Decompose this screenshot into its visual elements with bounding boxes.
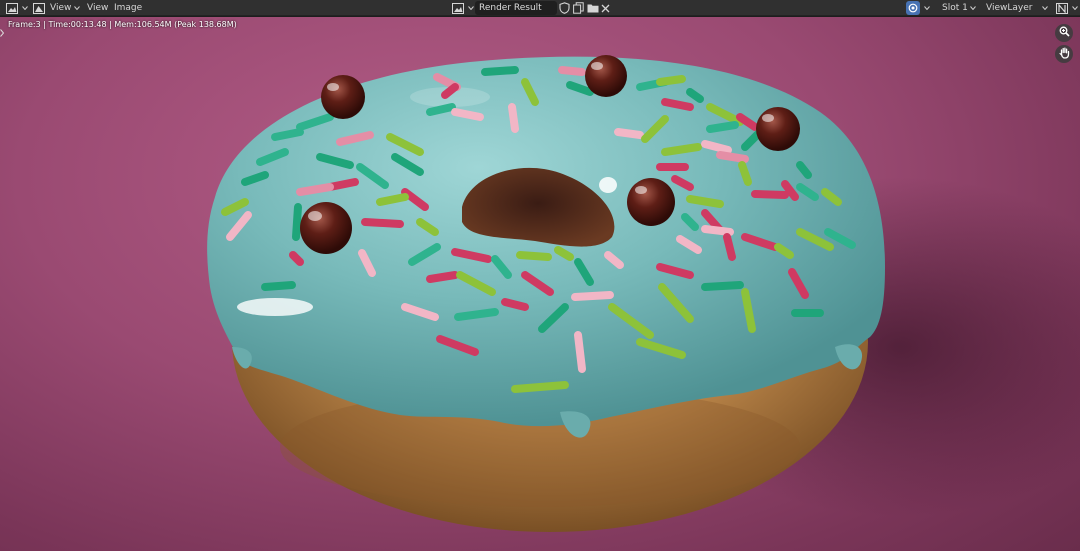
view-mode-icon: [33, 2, 45, 14]
view-menu-label: View: [50, 3, 72, 13]
render-engine-dropdown[interactable]: [924, 1, 930, 15]
render-engine-button[interactable]: [906, 1, 920, 15]
folder-icon: [587, 3, 599, 13]
editor-type-menu[interactable]: [6, 1, 28, 15]
hand-pan-icon: [1058, 47, 1070, 62]
pan-button[interactable]: [1055, 45, 1073, 63]
display-options-button[interactable]: [1056, 1, 1078, 15]
duplicate-icon: [573, 2, 584, 14]
duplicate-button[interactable]: [573, 1, 584, 15]
unlink-image-button[interactable]: [601, 1, 610, 15]
chevron-down-icon: [1072, 6, 1078, 10]
zoom-button[interactable]: [1055, 24, 1073, 42]
chevron-down-icon: [468, 6, 474, 10]
close-icon: [601, 4, 610, 13]
image-editor-header: View View Image Render Result Slot 1 Vie…: [0, 0, 1080, 16]
fake-user-shield-icon: [559, 2, 570, 14]
image-browse-button[interactable]: [452, 1, 474, 15]
view-menu-2[interactable]: View: [87, 1, 108, 15]
view-layer-label: ViewLayer: [986, 3, 1033, 13]
chevron-down-icon: [1042, 6, 1048, 10]
zoom-icon: [1059, 26, 1070, 40]
image-menu[interactable]: Image: [114, 1, 142, 15]
chevron-down-icon: [970, 6, 976, 10]
chevron-down-icon: [74, 6, 81, 10]
chevron-down-icon: [924, 6, 930, 10]
slot-dropdown[interactable]: Slot 1: [936, 1, 978, 15]
sidebar-toggle-arrow[interactable]: [0, 27, 5, 37]
render-image: [207, 55, 1080, 532]
slot-label: Slot 1: [942, 3, 968, 13]
render-viewport[interactable]: Frame:3 | Time:00:13.48 | Mem:106.54M (P…: [0, 17, 1080, 551]
render-engine-icon: [908, 3, 918, 13]
view-layer-dropdown[interactable]: ViewLayer: [982, 1, 1050, 15]
image-name-field[interactable]: Render Result: [475, 1, 557, 15]
fake-user-button[interactable]: [559, 1, 570, 15]
display-options-icon: [1056, 2, 1068, 14]
render-stats-text: Frame:3 | Time:00:13.48 | Mem:106.54M (P…: [8, 20, 237, 29]
open-image-button[interactable]: [587, 1, 599, 15]
view-mode-button[interactable]: [33, 1, 45, 15]
chevron-down-icon: [22, 6, 28, 10]
image-browse-icon: [452, 2, 464, 14]
image-editor-icon: [6, 2, 18, 14]
view-menu[interactable]: View: [50, 1, 81, 15]
